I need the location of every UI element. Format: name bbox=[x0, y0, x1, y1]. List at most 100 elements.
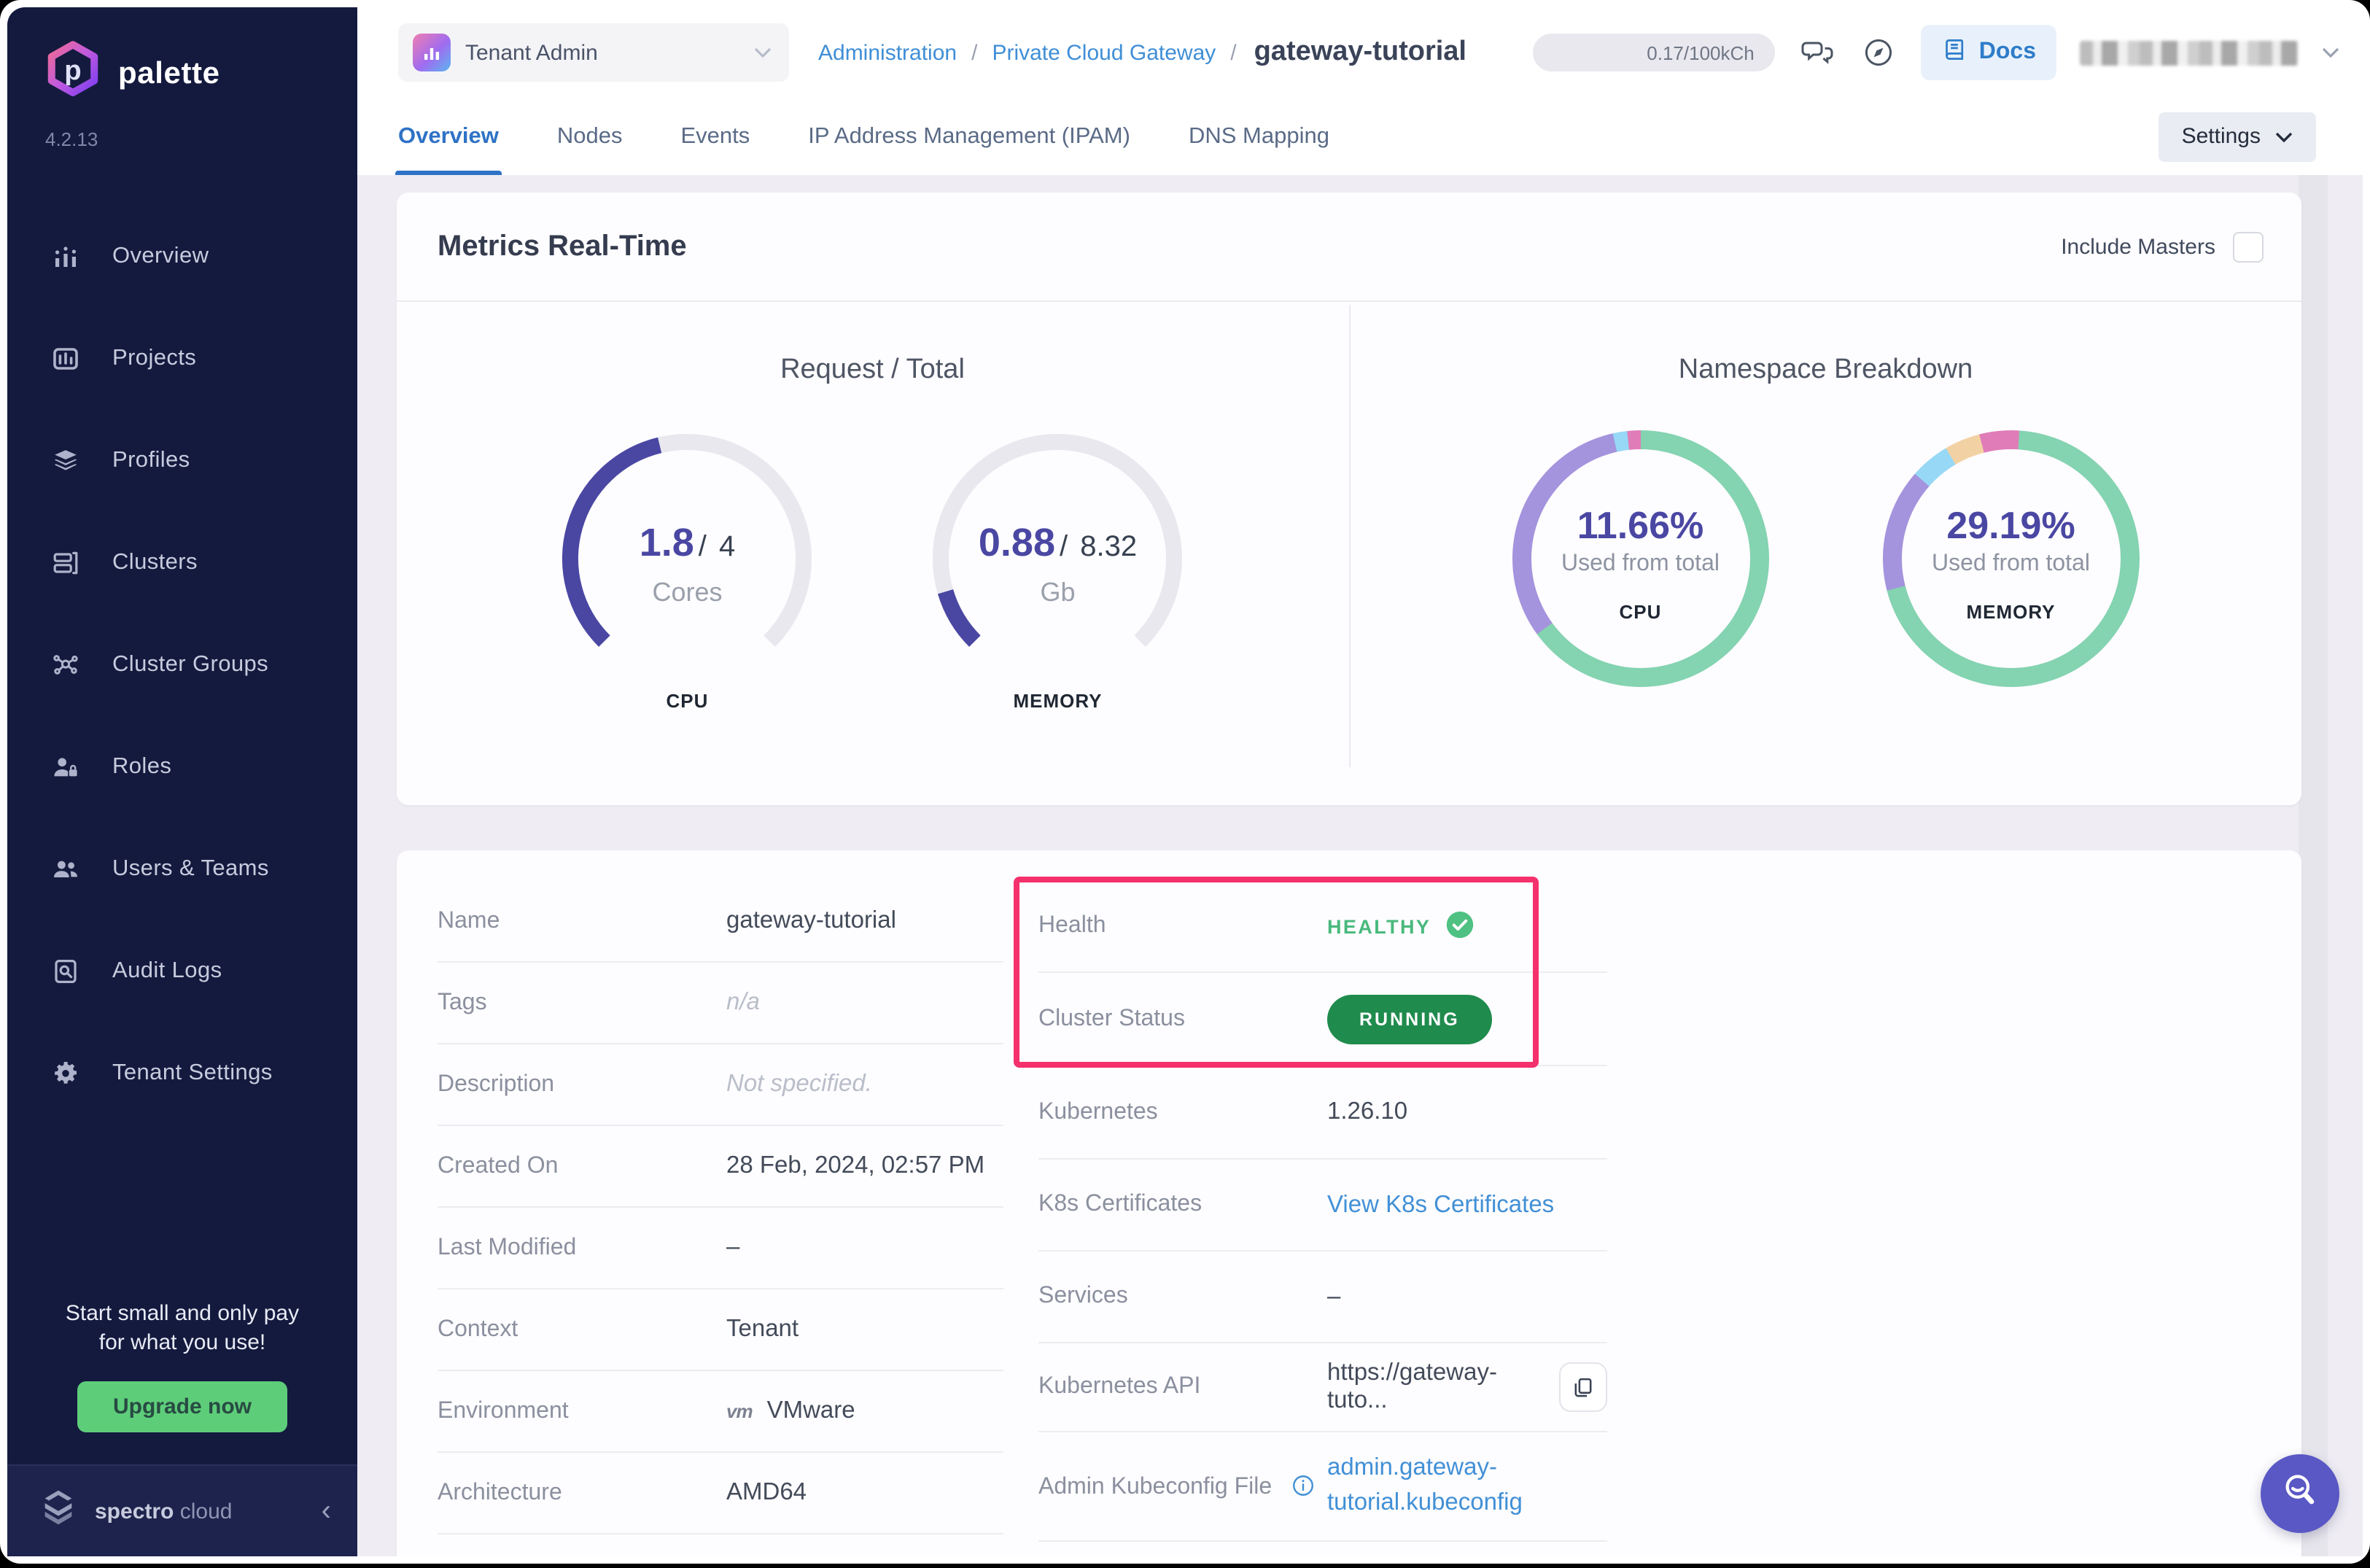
compass-icon[interactable] bbox=[1860, 34, 1897, 71]
brand-name: palette bbox=[118, 56, 220, 90]
sidebar-item-projects[interactable]: Projects bbox=[7, 308, 357, 410]
roles-icon bbox=[51, 753, 80, 782]
namespace-breakdown-panel: Namespace Breakdown 11.66% Used from tot… bbox=[1350, 302, 2301, 805]
request-total-panel: Request / Total 1.8/ 4 Cores CPU 0.88 / … bbox=[397, 302, 1348, 805]
chat-icon[interactable] bbox=[1798, 34, 1836, 71]
detail-row-cluster-status: Cluster Status RUNNING bbox=[1038, 973, 1607, 1066]
breadcrumb: Administration / Private Cloud Gateway /… bbox=[818, 36, 1466, 69]
detail-row-last-modified: Last Modified – bbox=[438, 1208, 1003, 1289]
scrollbar[interactable] bbox=[2299, 175, 2328, 1556]
cpu-namespace-donut: 11.66% Used from total CPU bbox=[1512, 430, 1769, 687]
cluster-groups-icon bbox=[51, 651, 80, 680]
promo-line1: Start small and only pay bbox=[65, 1300, 300, 1325]
usage-meter-pill: 0.17/100kCh bbox=[1532, 34, 1775, 71]
metrics-title: Metrics Real-Time bbox=[438, 230, 687, 262]
sidebar-item-cluster-groups[interactable]: Cluster Groups bbox=[7, 614, 357, 716]
chevron-down-icon bbox=[2275, 131, 2293, 142]
projects-icon bbox=[51, 344, 80, 373]
promo-line2: for what you use! bbox=[98, 1330, 266, 1355]
tab-ipam[interactable]: IP Address Management (IPAM) bbox=[808, 98, 1130, 175]
detail-row-k8s-certificates: K8s Certificates View K8s Certificates bbox=[1038, 1160, 1607, 1251]
spectro-cloud-logo-icon bbox=[36, 1488, 80, 1534]
sidebar-item-overview[interactable]: Overview bbox=[7, 206, 357, 308]
sidebar-item-roles[interactable]: Roles bbox=[7, 716, 357, 818]
magnifier-smile-icon bbox=[2278, 1468, 2322, 1519]
view-k8s-certificates-link[interactable]: View K8s Certificates bbox=[1327, 1191, 1554, 1219]
detail-row-tags: Tags n/a bbox=[438, 963, 1003, 1044]
tenant-settings-icon bbox=[51, 1059, 80, 1088]
users-teams-icon bbox=[51, 855, 80, 884]
palette-logo-icon: p bbox=[42, 39, 104, 108]
clusters-icon bbox=[51, 548, 80, 578]
chevron-down-icon bbox=[754, 39, 772, 66]
redacted-username[interactable] bbox=[2080, 40, 2299, 65]
detail-row-agent-version: Agent Version 4.2.5/88248618138 bbox=[1038, 1542, 1607, 1556]
tab-overview[interactable]: Overview bbox=[395, 98, 502, 175]
tenant-scope-selector[interactable]: Tenant Admin bbox=[398, 23, 789, 82]
spectro-cloud-wordmark: spectro cloud bbox=[95, 1499, 233, 1524]
docs-button[interactable]: Docs bbox=[1920, 25, 2056, 80]
sidebar-item-audit-logs[interactable]: Audit Logs bbox=[7, 920, 357, 1022]
audit-logs-icon bbox=[51, 957, 80, 986]
detail-row-services: Services – bbox=[1038, 1251, 1607, 1343]
copy-icon[interactable] bbox=[1558, 1362, 1607, 1412]
tab-events[interactable]: Events bbox=[681, 98, 750, 175]
kubeconfig-download-link[interactable]: admin.gateway-tutorial.kubeconfig bbox=[1327, 1451, 1523, 1521]
topbar: Tenant Admin Administration / Private Cl… bbox=[357, 7, 2363, 98]
sidebar-footer: spectro cloud ‹ bbox=[7, 1464, 357, 1556]
sidebar-nav: Overview Projects Profiles Clusters Clus… bbox=[7, 206, 357, 1125]
docs-label: Docs bbox=[1978, 39, 2036, 64]
sidebar-collapse-icon[interactable]: ‹ bbox=[322, 1497, 331, 1526]
content-area: Metrics Real-Time Include Masters Reques… bbox=[357, 175, 2363, 1556]
detail-row-description: Description Not specified. bbox=[438, 1044, 1003, 1126]
vmware-icon: vm bbox=[726, 1400, 753, 1422]
sidebar: p palette 4.2.13 Overview Projects Profi… bbox=[7, 7, 357, 1556]
breadcrumb-administration[interactable]: Administration bbox=[818, 40, 957, 65]
detail-row-created-on: Created On 28 Feb, 2024, 02:57 PM bbox=[438, 1126, 1003, 1208]
healthy-check-icon bbox=[1445, 909, 1475, 943]
detail-row-context: Context Tenant bbox=[438, 1289, 1003, 1371]
app-window: p palette 4.2.13 Overview Projects Profi… bbox=[0, 0, 2370, 1564]
memory-gauge: 0.88/ 8.32 Gb MEMORY bbox=[930, 430, 1186, 712]
detail-row-kubernetes: Kubernetes 1.26.10 bbox=[1038, 1066, 1607, 1160]
sidebar-item-clusters[interactable]: Clusters bbox=[7, 512, 357, 614]
detail-row-architecture: Architecture AMD64 bbox=[438, 1453, 1003, 1534]
upgrade-now-button[interactable]: Upgrade now bbox=[77, 1381, 287, 1432]
breadcrumb-separator: / bbox=[971, 40, 978, 65]
detail-row-health: Health HEALTHY bbox=[1038, 881, 1607, 973]
detail-row-admin-kubeconfig: Admin Kubeconfig File admin.gateway-tuto… bbox=[1038, 1432, 1607, 1542]
breadcrumb-private-cloud-gateway[interactable]: Private Cloud Gateway bbox=[992, 40, 1216, 65]
detail-row-name: Name gateway-tutorial bbox=[438, 881, 1003, 963]
cluster-tabs: Overview Nodes Events IP Address Managem… bbox=[357, 98, 2363, 175]
include-masters-checkbox[interactable] bbox=[2233, 231, 2264, 262]
docs-book-icon bbox=[1941, 36, 1967, 69]
brand-block: p palette 4.2.13 bbox=[7, 7, 357, 150]
tab-nodes[interactable]: Nodes bbox=[557, 98, 623, 175]
sidebar-item-users-teams[interactable]: Users & Teams bbox=[7, 818, 357, 920]
sidebar-item-tenant-settings[interactable]: Tenant Settings bbox=[7, 1022, 357, 1125]
details-right-column: Health HEALTHY Cluster Status RUNNING Ku… bbox=[1038, 881, 1607, 1556]
detail-row-kubernetes-api: Kubernetes API https://gateway-tuto... bbox=[1038, 1343, 1607, 1432]
metrics-realtime-card: Metrics Real-Time Include Masters Reques… bbox=[397, 193, 2301, 805]
overview-icon bbox=[51, 242, 80, 271]
settings-button[interactable]: Settings bbox=[2158, 112, 2316, 161]
upgrade-promo: Start small and only pay for what you us… bbox=[7, 1299, 357, 1358]
tenant-scope-label: Tenant Admin bbox=[465, 40, 598, 65]
search-fab-button[interactable] bbox=[2261, 1454, 2339, 1533]
tab-dns-mapping[interactable]: DNS Mapping bbox=[1189, 98, 1329, 175]
running-status-badge: RUNNING bbox=[1327, 994, 1492, 1044]
details-left-column: Name gateway-tutorial Tags n/a Description… bbox=[438, 881, 1003, 1556]
screenshot-stage: p palette 4.2.13 Overview Projects Profi… bbox=[0, 0, 2370, 1568]
user-menu-chevron-icon[interactable] bbox=[2322, 39, 2339, 66]
page-title: gateway-tutorial bbox=[1254, 36, 1466, 67]
sidebar-item-profiles[interactable]: Profiles bbox=[7, 410, 357, 512]
info-icon[interactable] bbox=[1290, 1472, 1315, 1497]
settings-label: Settings bbox=[2181, 124, 2261, 149]
request-total-title: Request / Total bbox=[780, 354, 965, 385]
tenant-scope-icon bbox=[413, 34, 451, 71]
cluster-details-card: Name gateway-tutorial Tags n/a Description… bbox=[397, 850, 2301, 1556]
breadcrumb-separator: / bbox=[1230, 40, 1237, 65]
profiles-icon bbox=[51, 446, 80, 476]
memory-namespace-donut: 29.19% Used from total MEMORY bbox=[1882, 430, 2140, 687]
cpu-gauge: 1.8/ 4 Cores CPU bbox=[559, 430, 816, 712]
